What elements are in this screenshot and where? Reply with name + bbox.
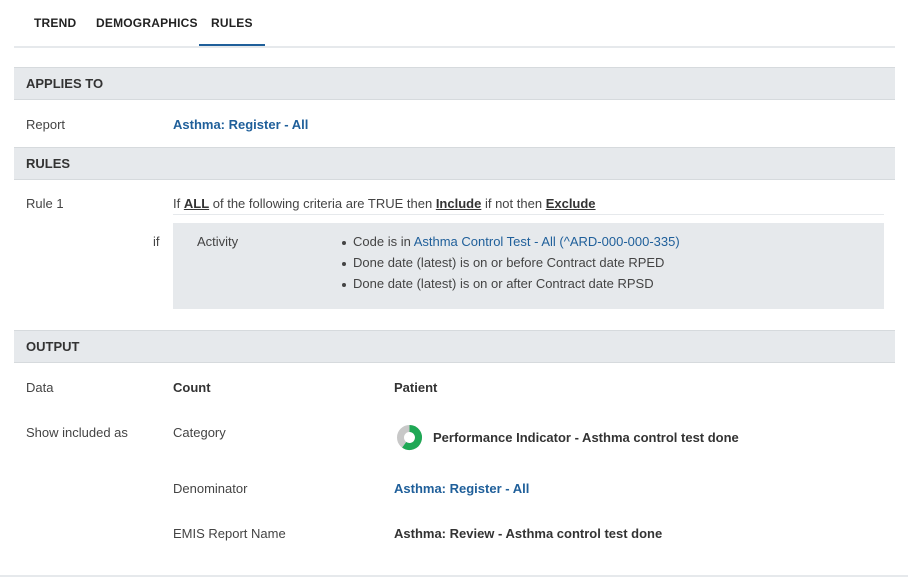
- tab-bar: TREND DEMOGRAPHICS RULES: [14, 0, 895, 48]
- patient-value: Patient: [394, 380, 438, 395]
- bullet-icon: [342, 283, 346, 287]
- criteria-code: Code is in Asthma Control Test - All (^A…: [353, 234, 680, 249]
- show-included-label: Show included as: [26, 425, 128, 440]
- performance-indicator-donut-icon: [397, 425, 422, 450]
- emis-report-name-label: EMIS Report Name: [173, 526, 286, 541]
- bullet-icon: [342, 241, 346, 245]
- output-header: OUTPUT: [14, 330, 895, 363]
- tab-trend[interactable]: TREND: [34, 16, 76, 30]
- rule-all-operator: ALL: [183, 196, 210, 211]
- if-label: if: [153, 234, 160, 249]
- criteria-box: Activity Code is in Asthma Control Test …: [173, 223, 884, 309]
- rule-divider: [173, 214, 884, 215]
- count-value: Count: [173, 380, 211, 395]
- bullet-icon: [342, 262, 346, 266]
- bottom-divider: [0, 575, 908, 577]
- applies-to-header: APPLIES TO: [14, 67, 895, 100]
- criteria-type: Activity: [197, 234, 239, 249]
- emis-report-name-value: Asthma: Review - Asthma control test don…: [394, 526, 663, 541]
- applies-to-title: APPLIES TO: [26, 76, 104, 91]
- rule-sentence: If ALL of the following criteria are TRU…: [173, 196, 596, 211]
- rule-label: Rule 1: [26, 196, 64, 211]
- output-title: OUTPUT: [26, 339, 80, 354]
- report-link[interactable]: Asthma: Register - All: [173, 117, 308, 132]
- rules-title: RULES: [26, 156, 71, 171]
- rule-exclude-action: Exclude: [545, 196, 596, 211]
- report-label: Report: [26, 117, 66, 132]
- tab-demographics[interactable]: DEMOGRAPHICS: [96, 16, 198, 30]
- category-value: Performance Indicator - Asthma control t…: [433, 430, 739, 445]
- rules-header: RULES: [14, 147, 895, 180]
- denominator-label: Denominator: [173, 481, 248, 496]
- criteria-date-2: Done date (latest) is on or after Contra…: [353, 276, 654, 291]
- rule-include-action: Include: [435, 196, 482, 211]
- tab-rules[interactable]: RULES: [199, 16, 265, 46]
- data-label: Data: [26, 380, 54, 395]
- denominator-link[interactable]: Asthma: Register - All: [394, 481, 529, 496]
- criteria-date-1: Done date (latest) is on or before Contr…: [353, 255, 665, 270]
- code-cluster-link[interactable]: Asthma Control Test - All (^ARD-000-000-…: [414, 234, 680, 249]
- category-label: Category: [173, 425, 226, 440]
